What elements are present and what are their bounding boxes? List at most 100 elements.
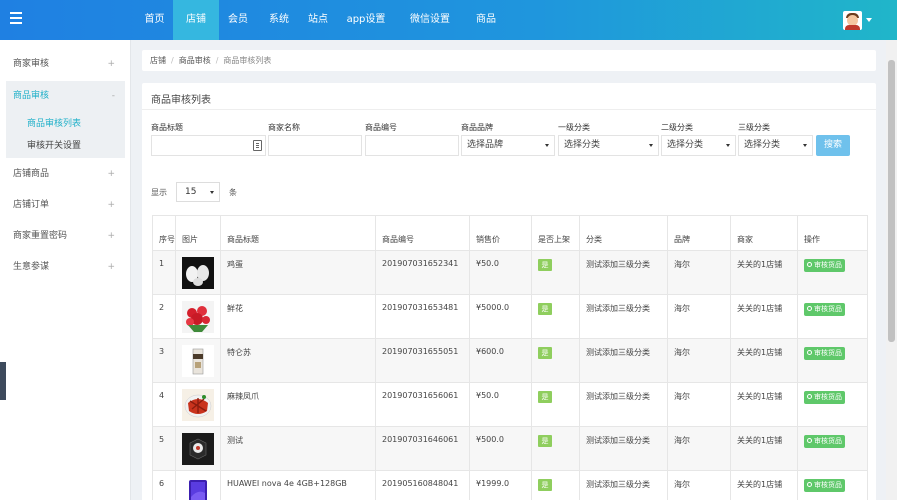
breadcrumb-item-shop[interactable]: 店铺 — [150, 56, 166, 65]
audit-goods-button[interactable]: 审核货品 — [804, 479, 845, 492]
product-thumbnail — [182, 433, 214, 465]
cell-code: 201907031656061 — [375, 382, 470, 427]
cell-merchant: 关关的1店铺 — [730, 250, 798, 295]
goods-code-input[interactable] — [365, 135, 459, 156]
chevron-down-icon — [649, 144, 653, 147]
brand-select[interactable]: 选择品牌 — [461, 135, 555, 156]
on-shelf-badge[interactable]: 是 — [538, 435, 552, 447]
on-shelf-badge[interactable]: 是 — [538, 391, 552, 403]
nav-member[interactable]: 会员 — [219, 0, 257, 40]
chevron-down-icon — [803, 144, 807, 147]
sidebar-item-label: 店铺订单 — [13, 200, 50, 210]
table-row: 1 鸡蛋 201907031652341 ¥50.0 是 测试添加三级分类 海尔 关关的1店铺… — [152, 250, 868, 295]
cell-title: 鸡蛋 — [220, 250, 376, 295]
audit-goods-button[interactable]: 审核货品 — [804, 347, 845, 360]
on-shelf-badge[interactable]: 是 — [538, 347, 552, 359]
user-avatar[interactable] — [843, 11, 862, 30]
cell-on-shelf: 是 — [531, 338, 580, 383]
scrollbar-thumb[interactable] — [888, 60, 895, 342]
table-header-row: 序号 图片 商品标题 商品编号 销售价 是否上架 分类 品牌 商家 操作 — [152, 215, 868, 251]
cell-title: HUAWEI nova 4e 4GB+128GB — [220, 470, 376, 500]
chevron-down-icon[interactable] — [866, 18, 872, 22]
audit-goods-button[interactable]: 审核货品 — [804, 303, 845, 316]
cell-merchant: 关关的1店铺 — [730, 338, 798, 383]
cell-on-shelf: 是 — [531, 294, 580, 339]
audit-goods-button[interactable]: 审核货品 — [804, 259, 845, 272]
expand-icon: + — [107, 59, 115, 69]
on-shelf-badge[interactable]: 是 — [538, 303, 552, 315]
product-thumbnail — [182, 345, 214, 377]
sidebar-item-shop-goods[interactable]: 店铺商品 + — [6, 159, 125, 189]
cell-category: 测试添加三级分类 — [579, 294, 668, 339]
cell-action: 审核货品 — [797, 294, 868, 339]
audit-goods-label: 审核货品 — [814, 349, 842, 357]
sidebar-item-goods-audit[interactable]: 商品审核 - — [6, 81, 125, 111]
sidebar-subitem-goods-audit-list[interactable]: 商品审核列表 — [27, 116, 81, 129]
expand-icon: + — [107, 231, 115, 241]
category1-select[interactable]: 选择分类 — [558, 135, 659, 156]
cell-category: 测试添加三级分类 — [579, 426, 668, 471]
sidebar-item-shop-orders[interactable]: 店铺订单 + — [6, 190, 125, 220]
nav-home[interactable]: 首页 — [136, 0, 173, 40]
search-button[interactable]: 搜索 — [816, 135, 850, 156]
chevron-down-icon — [726, 144, 730, 147]
goods-audit-table: 序号 图片 商品标题 商品编号 销售价 是否上架 分类 品牌 商家 操作 1 鸡蛋… — [152, 215, 868, 500]
hamburger-menu-icon[interactable] — [10, 12, 22, 26]
cell-image — [175, 382, 221, 427]
breadcrumb-separator: / — [171, 56, 174, 65]
side-drawer-handle[interactable] — [0, 362, 6, 400]
sidebar-item-business-advisor[interactable]: 生意参谋 + — [6, 252, 125, 282]
page-scrollbar[interactable] — [886, 40, 897, 500]
nav-shop[interactable]: 店铺 — [173, 0, 219, 40]
merchant-name-input[interactable] — [268, 135, 362, 156]
page-size-select[interactable]: 15 — [176, 182, 220, 202]
cell-seq: 3 — [152, 338, 176, 383]
cell-image — [175, 250, 221, 295]
sidebar-item-reset-password[interactable]: 商家重置密码 + — [6, 221, 125, 251]
category3-select[interactable]: 选择分类 — [738, 135, 813, 156]
expand-icon: + — [107, 200, 115, 210]
cell-image — [175, 470, 221, 500]
cell-category: 测试添加三级分类 — [579, 338, 668, 383]
sidebar-subitem-audit-switch[interactable]: 审核开关设置 — [27, 138, 81, 151]
cell-image — [175, 294, 221, 339]
sidebar-item-label: 店铺商品 — [13, 169, 50, 179]
cell-image — [175, 338, 221, 383]
col-header-price: 销售价 — [469, 215, 532, 251]
table-row: 4 麻辣凤爪 201907031656061 ¥50.0 是 测试添加三级分类 海尔 关关的1… — [152, 382, 868, 427]
cell-category: 测试添加三级分类 — [579, 250, 668, 295]
calendar-icon[interactable] — [253, 140, 262, 151]
cell-on-shelf: 是 — [531, 470, 580, 500]
cell-title: 特仑苏 — [220, 338, 376, 383]
cell-code: 201907031653481 — [375, 294, 470, 339]
nav-goods[interactable]: 商品 — [463, 0, 509, 40]
chevron-down-icon — [210, 191, 214, 194]
nav-wechat-settings[interactable]: 微信设置 — [397, 0, 463, 40]
cell-action: 审核货品 — [797, 250, 868, 295]
cell-code: 201907031655051 — [375, 338, 470, 383]
col-header-image: 图片 — [175, 215, 221, 251]
product-thumbnail — [182, 257, 214, 289]
sidebar-item-merchant-audit[interactable]: 商家审核 + — [6, 49, 125, 79]
cell-price: ¥1999.0 — [469, 470, 532, 500]
nav-system[interactable]: 系统 — [257, 0, 301, 40]
product-thumbnail — [182, 477, 214, 500]
on-shelf-badge[interactable]: 是 — [538, 479, 552, 491]
sidebar: 商家审核 + 商品审核 - 商品审核列表 审核开关设置 店铺商品 + 店铺订单 … — [0, 40, 131, 500]
title-input[interactable] — [151, 135, 266, 156]
audit-goods-button[interactable]: 审核货品 — [804, 391, 845, 404]
breadcrumb-item-goods-audit[interactable]: 商品审核 — [179, 56, 211, 65]
category1-select-value: 选择分类 — [564, 140, 601, 150]
breadcrumb-current: 商品审核列表 — [223, 56, 272, 65]
col-header-action: 操作 — [797, 215, 868, 251]
on-shelf-badge[interactable]: 是 — [538, 259, 552, 271]
filter-label-code: 商品编号 — [365, 123, 397, 132]
sidebar-item-label: 商家审核 — [13, 59, 50, 69]
category2-select[interactable]: 选择分类 — [661, 135, 736, 156]
nav-app-settings[interactable]: app设置 — [335, 0, 397, 40]
cell-brand: 海尔 — [667, 338, 731, 383]
audit-goods-button[interactable]: 审核货品 — [804, 435, 845, 448]
cell-code: 201905160848041 — [375, 470, 470, 500]
nav-site[interactable]: 站点 — [301, 0, 335, 40]
filter-label-brand: 商品品牌 — [461, 123, 493, 132]
